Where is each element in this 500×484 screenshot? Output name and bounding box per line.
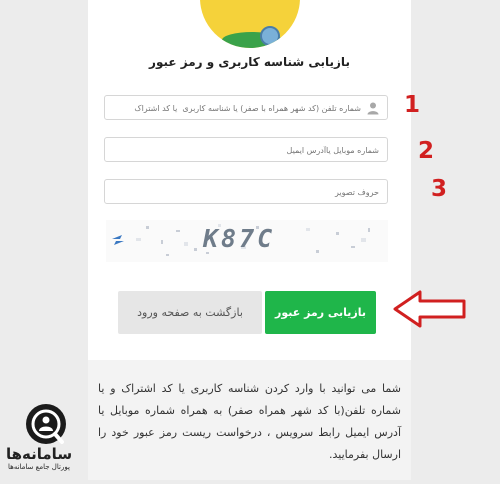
captcha-image: K87C [106, 220, 388, 262]
username-input[interactable] [105, 97, 387, 120]
mobile-email-input[interactable] [105, 139, 387, 162]
captcha-code: K87C [203, 224, 276, 253]
captcha-field-wrapper [104, 179, 388, 204]
brand-tagline: پورتال جامع سامانه‌ها [8, 463, 70, 471]
arrow-left-icon [393, 290, 466, 328]
username-field-wrapper [104, 95, 388, 120]
refresh-captcha-icon[interactable] [108, 230, 128, 250]
contact-field-wrapper [104, 137, 388, 162]
help-text: شما می توانید با وارد کردن شناسه کاربری … [98, 382, 401, 461]
logo-icon [200, 0, 300, 48]
annotation-number-3: 3 [431, 176, 448, 202]
annotation-number-2: 2 [418, 138, 435, 164]
captcha-input[interactable] [105, 181, 387, 204]
user-icon [367, 102, 379, 115]
recover-password-button[interactable]: بازیابی رمز عبور [265, 291, 376, 334]
recovery-card: بازیابی شناسه کاربری و رمز عبور شماره تل… [88, 0, 411, 480]
page-title: بازیابی شناسه کاربری و رمز عبور [149, 55, 350, 69]
brand-name: سامانه‌ها [6, 445, 73, 463]
back-to-login-button[interactable]: بازگشت به صفحه ورود [118, 291, 262, 334]
annotation-number-1: 1 [404, 92, 421, 118]
